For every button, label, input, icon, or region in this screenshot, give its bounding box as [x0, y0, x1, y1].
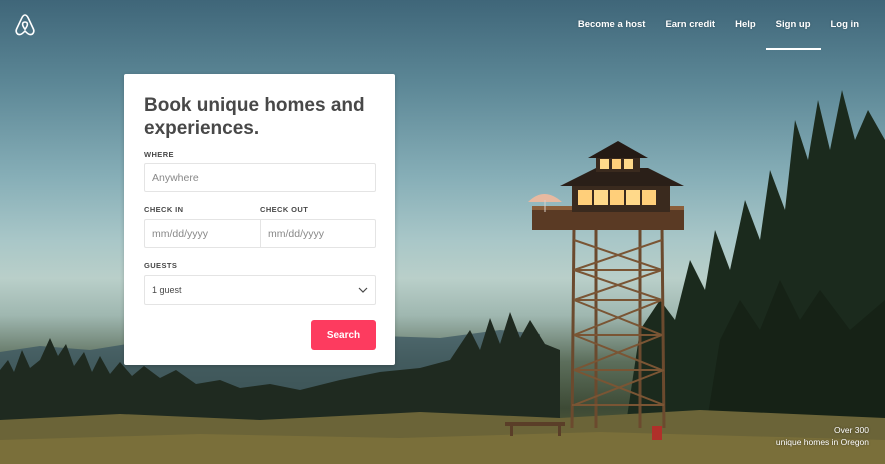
chevron-down-icon — [358, 287, 368, 293]
card-title: Book unique homes and experiences. — [144, 95, 365, 139]
guests-label: GUESTS — [144, 261, 178, 270]
check-out-label: CHECK OUT — [260, 205, 309, 214]
search-button[interactable]: Search — [311, 320, 376, 350]
airbnb-logo-icon[interactable] — [14, 13, 36, 37]
guests-select[interactable]: 1 guest — [144, 275, 376, 305]
search-card: Book unique homes and experiences. WHERE… — [124, 74, 395, 365]
check-in-label: CHECK IN — [144, 205, 184, 214]
nav-log-in[interactable]: Log in — [821, 17, 870, 32]
date-range — [144, 219, 376, 248]
guests-selected-value: 1 guest — [152, 285, 182, 295]
photo-caption: Over 300 unique homes in Oregon — [776, 424, 869, 448]
nav-help[interactable]: Help — [725, 17, 766, 32]
nav-become-a-host[interactable]: Become a host — [568, 17, 656, 32]
top-nav: Become a host Earn credit Help Sign up L… — [568, 17, 870, 50]
caption-line-2: unique homes in Oregon — [775, 437, 869, 447]
check-in-input[interactable] — [144, 219, 260, 248]
nav-sign-up[interactable]: Sign up — [765, 17, 821, 50]
where-label: WHERE — [144, 150, 174, 159]
nav-earn-credit[interactable]: Earn credit — [655, 17, 725, 32]
caption-line-1: Over 300 — [834, 425, 869, 435]
where-input[interactable] — [144, 163, 376, 192]
check-out-input[interactable] — [260, 219, 376, 248]
hero-background: Become a host Earn credit Help Sign up L… — [0, 0, 885, 464]
